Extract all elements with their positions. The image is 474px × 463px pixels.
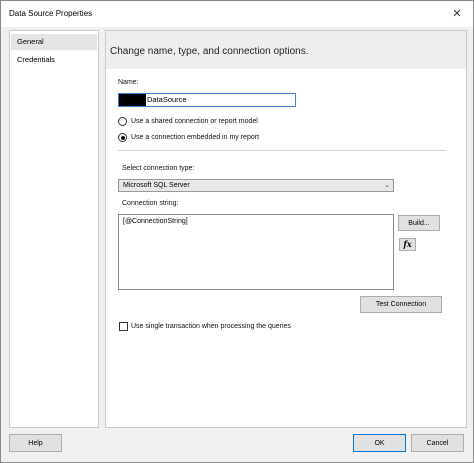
radio-shared-label: Use a shared connection or report model xyxy=(131,118,258,125)
build-button[interactable]: Build... xyxy=(398,215,440,231)
connection-string-label: Connection string: xyxy=(122,200,179,207)
ok-button[interactable]: OK xyxy=(353,434,406,452)
section-divider xyxy=(118,150,446,151)
single-transaction-checkbox[interactable] xyxy=(119,322,128,331)
chevron-down-icon: ⌄ xyxy=(384,182,390,189)
connection-type-label: Select connection type: xyxy=(122,165,195,172)
nav-item-general[interactable]: General xyxy=(11,34,97,50)
connection-string-input[interactable]: [@ConnectionString] xyxy=(118,214,394,290)
title-bar: Data Source Properties ✕ xyxy=(1,1,473,27)
nav-item-label: Credentials xyxy=(17,55,55,64)
name-value: DataSource xyxy=(147,95,187,104)
nav-item-credentials[interactable]: Credentials xyxy=(11,52,97,68)
nav-pane: General Credentials xyxy=(9,30,99,428)
help-button[interactable]: Help xyxy=(9,434,62,452)
nav-item-label: General xyxy=(17,37,44,46)
radio-shared-connection[interactable] xyxy=(118,117,127,126)
expression-fx-icon[interactable]: fx xyxy=(399,238,416,251)
single-transaction-label: Use single transaction when processing t… xyxy=(131,323,291,330)
radio-embedded-label: Use a connection embedded in my report xyxy=(131,134,260,141)
connection-type-select[interactable]: Microsoft SQL Server ⌄ xyxy=(118,179,394,192)
heading-band: Change name, type, and connection option… xyxy=(106,31,466,69)
close-icon[interactable]: ✕ xyxy=(447,5,467,23)
name-label: Name: xyxy=(118,79,139,86)
connection-string-value: [@ConnectionString] xyxy=(123,218,188,225)
window-title: Data Source Properties xyxy=(9,9,93,18)
cancel-button[interactable]: Cancel xyxy=(411,434,464,452)
general-page: Change name, type, and connection option… xyxy=(105,30,467,428)
data-source-properties-dialog: Data Source Properties ✕ General Credent… xyxy=(0,0,474,463)
name-input[interactable]: DataSource xyxy=(118,93,296,107)
test-connection-button[interactable]: Test Connection xyxy=(360,296,442,313)
redacted-block xyxy=(119,94,146,106)
connection-type-value: Microsoft SQL Server xyxy=(123,182,190,189)
radio-embedded-connection[interactable] xyxy=(118,133,127,142)
page-heading: Change name, type, and connection option… xyxy=(110,46,309,57)
